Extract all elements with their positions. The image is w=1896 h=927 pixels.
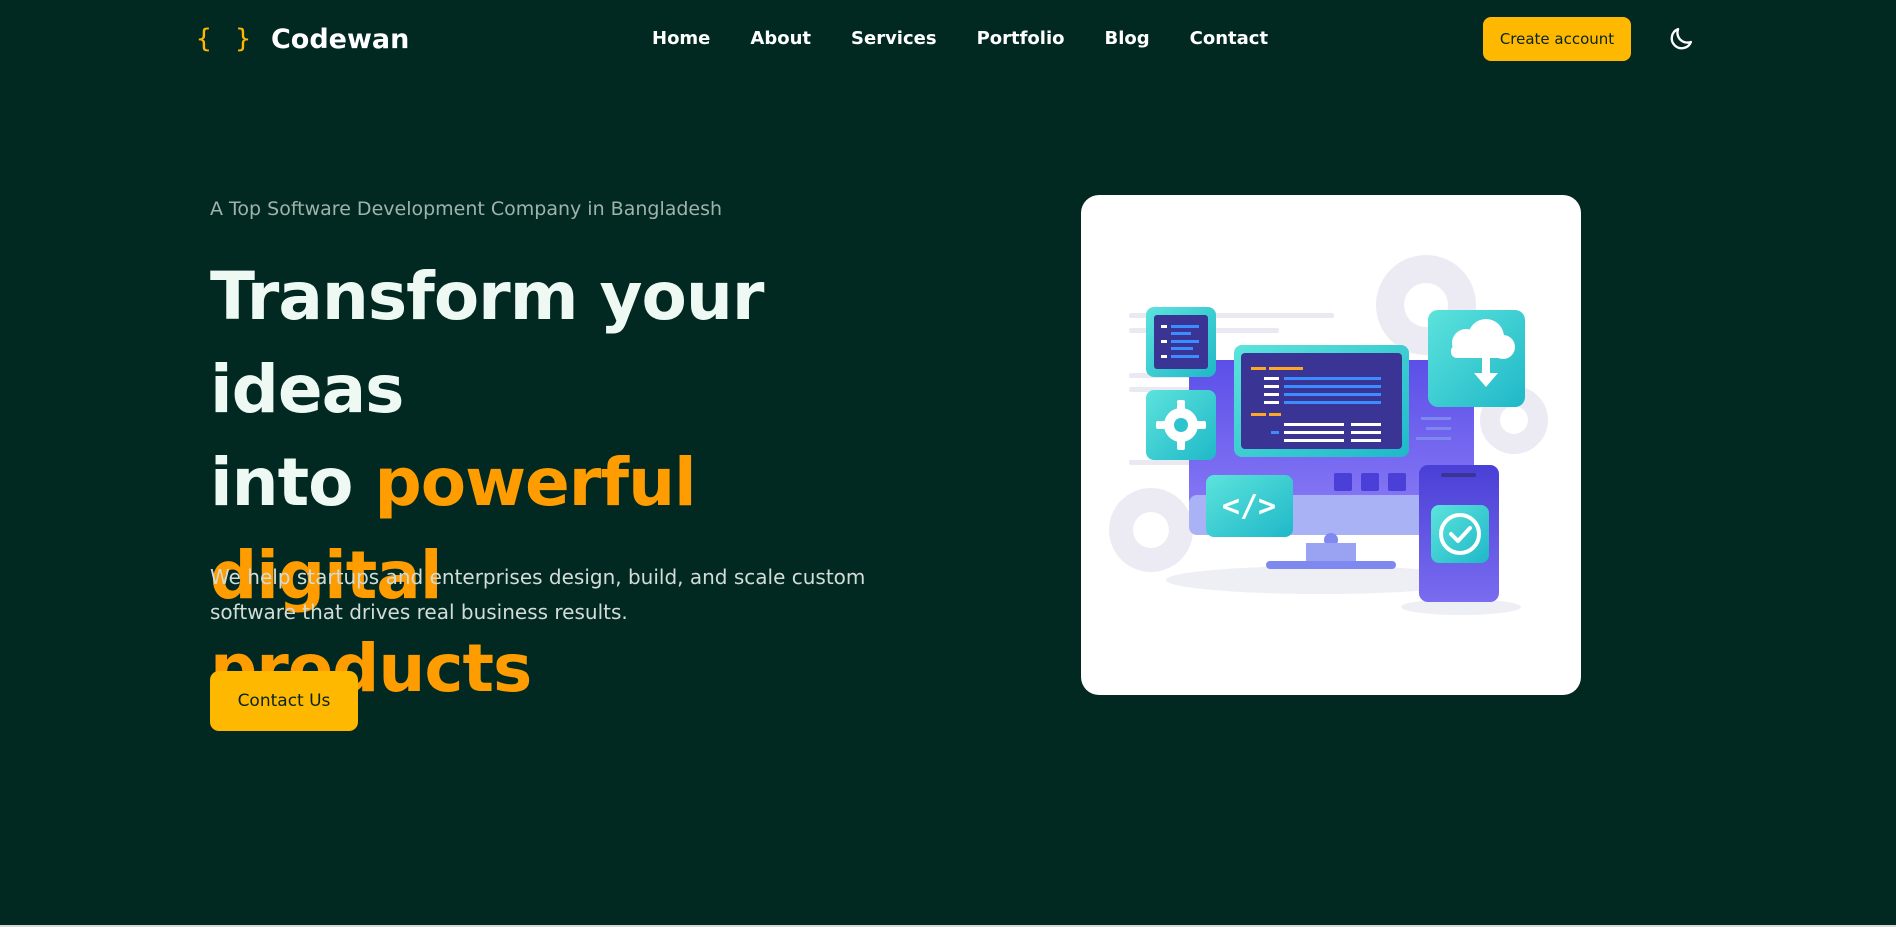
nav-about[interactable]: About bbox=[750, 26, 811, 52]
braces-logo-icon: { } bbox=[196, 24, 255, 54]
site-header: { } Codewan Home About Services Portfoli… bbox=[0, 0, 1896, 78]
contact-us-button[interactable]: Contact Us bbox=[210, 671, 358, 731]
brand-name: Codewan bbox=[270, 23, 410, 55]
nav-home[interactable]: Home bbox=[652, 26, 710, 52]
nav-services[interactable]: Services bbox=[851, 26, 937, 52]
hero-illustration-card: </> bbox=[1081, 195, 1581, 695]
hero-headline: Transform your ideas into powerful digit… bbox=[210, 250, 910, 715]
main-nav: Home About Services Portfolio Blog Conta… bbox=[652, 26, 1308, 52]
theme-toggle-button[interactable] bbox=[1666, 24, 1696, 54]
hero-eyebrow: A Top Software Development Company in Ba… bbox=[210, 198, 723, 220]
nav-contact[interactable]: Contact bbox=[1190, 26, 1268, 52]
svg-text:</>: </> bbox=[1222, 489, 1276, 524]
nav-blog[interactable]: Blog bbox=[1105, 26, 1150, 52]
hero-description: We help startups and enterprises design,… bbox=[210, 565, 866, 624]
software-development-illustration: </> bbox=[1109, 255, 1548, 615]
headline-into: into bbox=[210, 444, 375, 521]
headline-line-1: Transform your ideas bbox=[210, 258, 764, 428]
brand-logo[interactable]: { } Codewan bbox=[196, 20, 409, 58]
moon-icon bbox=[1670, 27, 1693, 50]
nav-portfolio[interactable]: Portfolio bbox=[977, 26, 1065, 52]
create-account-button[interactable]: Create account bbox=[1483, 17, 1631, 61]
